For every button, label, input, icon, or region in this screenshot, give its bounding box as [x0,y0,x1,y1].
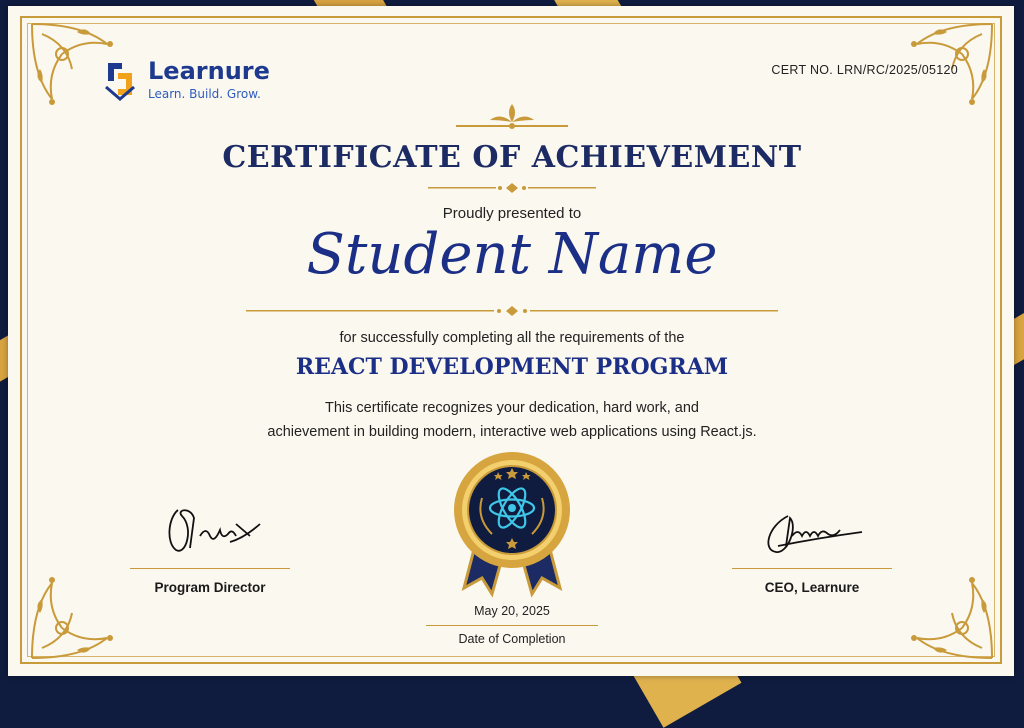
corner-ornament-bottom-right [911,577,993,659]
fleur-ornament-icon [456,104,568,129]
completion-date: May 20, 2025 [474,604,550,618]
left-signature-line [130,568,290,569]
ceo-signature [767,515,863,553]
program-name: REACT DEVELOPMENT PROGRAM [295,354,729,380]
description-line-1: This certificate recognizes your dedicat… [325,400,699,416]
brand-name: Learnure [148,57,270,85]
brand-tagline: Learn. Build. Grow. [148,87,261,101]
title-divider [428,183,596,193]
certificate-number: CERT NO. LRN/RC/2025/05120 [771,63,958,77]
date-line [426,625,598,626]
right-signature-line [732,568,892,569]
presented-to-text: Proudly presented to [442,205,582,222]
program-director-signature [168,509,261,552]
description-line-2: achievement in building modern, interact… [267,424,757,440]
certificate-title: CERTIFICATE OF ACHIEVEMENT [222,140,802,175]
brand-logo: Learnure Learn. Build. Grow. [100,58,270,101]
program-director-label: Program Director [154,580,266,595]
award-seal-react-icon [454,452,570,598]
name-divider [246,306,778,316]
ceo-label: CEO, Learnure [764,580,860,595]
description-text: This certificate recognizes your dedicat… [0,396,1024,444]
learnure-logo-icon [105,62,135,101]
date-of-completion-label: Date of Completion [458,632,566,646]
corner-ornament-bottom-left [31,577,113,659]
recipient-name: Student Name [306,222,718,287]
completion-text: for successfully completing all the requ… [339,330,685,346]
